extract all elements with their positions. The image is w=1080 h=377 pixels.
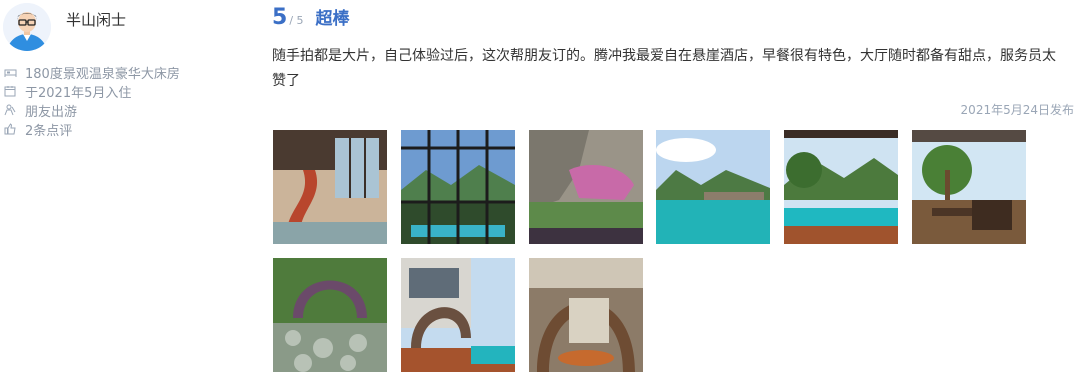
review-photo-4[interactable]	[656, 130, 770, 244]
review-date: 2021年5月24日发布	[960, 103, 1074, 117]
review-photo-5[interactable]	[784, 130, 898, 244]
username[interactable]: 半山闲士	[66, 9, 126, 30]
meta-trip-type: 朋友出游	[3, 101, 78, 120]
review-photo-3[interactable]	[529, 130, 643, 244]
rating-max: / 5	[289, 14, 304, 27]
review-photo-7[interactable]	[273, 258, 387, 372]
rating-word: 超棒	[315, 9, 350, 29]
meta-review-count[interactable]: 2条点评	[3, 120, 73, 139]
review-photo-2[interactable]	[401, 130, 515, 244]
thumb-icon	[3, 122, 17, 136]
meta-checkin: 于2021年5月入住	[3, 82, 132, 101]
review-count: 2条点评	[25, 123, 73, 139]
review-photo-8[interactable]	[401, 258, 515, 372]
review-photo-1[interactable]	[273, 130, 387, 244]
bed-icon	[3, 65, 17, 79]
avatar[interactable]	[3, 3, 51, 51]
review-text: 随手拍都是大片，自己体验过后，这次帮朋友订的。腾冲我最爱自在悬崖酒店，早餐很有特…	[272, 48, 1056, 89]
meta-room: 180度景观温泉豪华大床房	[3, 63, 180, 82]
review-photo-9[interactable]	[529, 258, 643, 372]
trip-type: 朋友出游	[25, 104, 78, 120]
room-type: 180度景观温泉豪华大床房	[25, 66, 180, 82]
calendar-icon	[3, 84, 17, 98]
checkin-date: 于2021年5月入住	[25, 85, 132, 101]
rating-score: 5	[272, 5, 288, 30]
review-photo-6[interactable]	[912, 130, 1026, 244]
group-icon	[3, 103, 17, 117]
rating: 5 / 5 超棒	[272, 4, 350, 30]
